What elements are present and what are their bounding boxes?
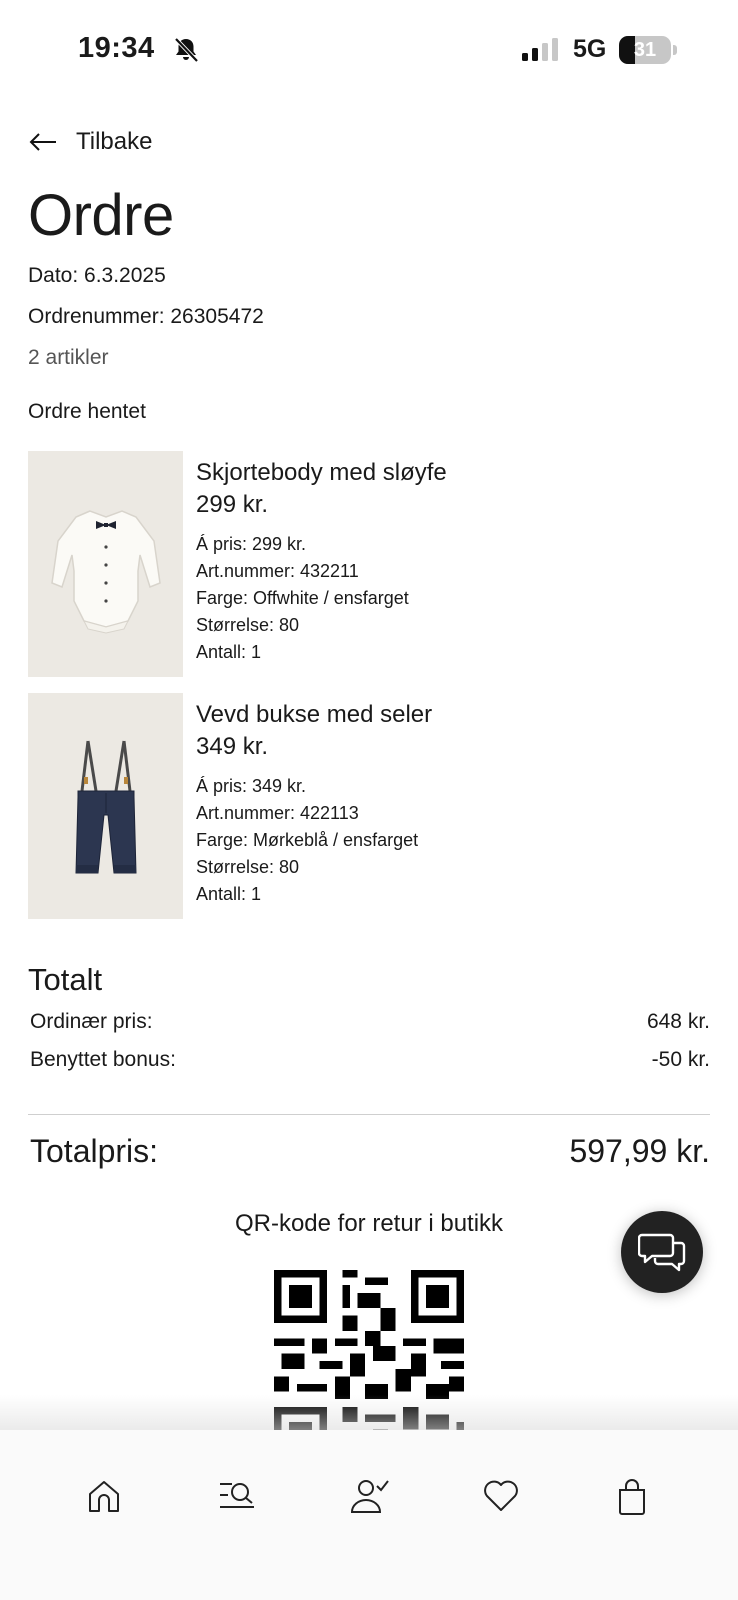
product-color: Farge: Offwhite / ensfarget bbox=[196, 588, 409, 608]
product-name[interactable]: Skjortebody med sløyfe bbox=[196, 457, 447, 489]
order-item[interactable]: Vevd bukse med seler 349 kr. Á pris: 349… bbox=[28, 693, 718, 919]
product-size: Størrelse: 80 bbox=[196, 857, 300, 877]
regular-price-value: 648 kr. bbox=[646, 1010, 710, 1033]
divider bbox=[28, 1114, 710, 1115]
product-size: Størrelse: 80 bbox=[196, 615, 300, 635]
battery-icon: 31 bbox=[619, 36, 677, 64]
signal-strength-icon bbox=[522, 38, 558, 61]
totals-title: Totalt bbox=[28, 962, 103, 997]
nav-favorites[interactable] bbox=[470, 1466, 530, 1526]
chat-button[interactable] bbox=[621, 1211, 703, 1293]
bag-icon bbox=[619, 1479, 645, 1515]
product-price: 299 kr. bbox=[196, 491, 269, 518]
total-price-label: Totalpris: bbox=[30, 1133, 159, 1169]
shirt-bodysuit-icon bbox=[51, 510, 161, 634]
bottom-nav bbox=[0, 1430, 738, 1600]
network-label: 5G bbox=[573, 35, 607, 63]
bottom-fade bbox=[0, 1395, 738, 1431]
product-name[interactable]: Vevd bukse med seler bbox=[196, 699, 432, 731]
heart-icon bbox=[484, 1480, 518, 1511]
product-info: Skjortebody med sløyfe 299 kr. Á pris: 2… bbox=[196, 457, 447, 666]
product-image[interactable] bbox=[28, 451, 183, 677]
order-number: Ordrenummer: 26305472 bbox=[28, 305, 264, 328]
product-image[interactable] bbox=[28, 693, 183, 919]
bonus-row: Benyttet bonus: -50 kr. bbox=[30, 1048, 710, 1072]
product-quantity: Antall: 1 bbox=[196, 884, 262, 904]
account-icon bbox=[350, 1480, 389, 1513]
product-quantity: Antall: 1 bbox=[196, 642, 262, 662]
total-price-value: 597,99 kr. bbox=[569, 1133, 710, 1169]
item-count: 2 artikler bbox=[28, 346, 109, 369]
page-title: Ordre bbox=[28, 183, 174, 248]
article-number: Art.nummer: 432211 bbox=[196, 561, 359, 581]
home-icon bbox=[89, 1481, 119, 1512]
product-info: Vevd bukse med seler 349 kr. Á pris: 349… bbox=[196, 699, 432, 908]
unit-price: Á pris: 349 kr. bbox=[196, 776, 307, 796]
regular-price-row: Ordinær pris: 648 kr. bbox=[30, 1010, 710, 1034]
nav-account[interactable] bbox=[338, 1466, 398, 1526]
order-status: Ordre hentet bbox=[28, 400, 146, 423]
back-button[interactable]: Tilbake bbox=[28, 122, 152, 162]
status-time: 19:34 bbox=[78, 32, 155, 64]
unit-price: Á pris: 299 kr. bbox=[196, 534, 307, 554]
bonus-label: Benyttet bonus: bbox=[30, 1048, 176, 1071]
trousers-with-suspenders-icon bbox=[75, 740, 137, 874]
bell-muted-icon bbox=[174, 37, 199, 63]
battery-level: 31 bbox=[633, 39, 657, 61]
total-price-row: Totalpris: 597,99 kr. bbox=[30, 1133, 710, 1170]
back-label: Tilbake bbox=[76, 128, 153, 155]
order-date: Dato: 6.3.2025 bbox=[28, 264, 166, 287]
order-item[interactable]: Skjortebody med sløyfe 299 kr. Á pris: 2… bbox=[28, 451, 718, 677]
order-page: 19:34 5G 31 Tilbake Ordre Dato: 6.3.2025… bbox=[0, 0, 738, 1600]
bonus-value: -50 kr. bbox=[651, 1048, 710, 1071]
nav-search[interactable] bbox=[206, 1466, 266, 1526]
nav-bag[interactable] bbox=[602, 1466, 662, 1526]
nav-home[interactable] bbox=[74, 1466, 134, 1526]
product-color: Farge: Mørkeblå / ensfarget bbox=[196, 830, 419, 850]
article-number: Art.nummer: 422113 bbox=[196, 803, 359, 823]
product-price: 349 kr. bbox=[196, 733, 269, 760]
search-icon bbox=[220, 1483, 254, 1508]
regular-price-label: Ordinær pris: bbox=[30, 1010, 153, 1033]
chat-bubbles-icon bbox=[638, 1233, 686, 1272]
arrow-left-icon bbox=[29, 133, 56, 151]
status-bar: 19:34 5G 31 bbox=[0, 0, 738, 100]
